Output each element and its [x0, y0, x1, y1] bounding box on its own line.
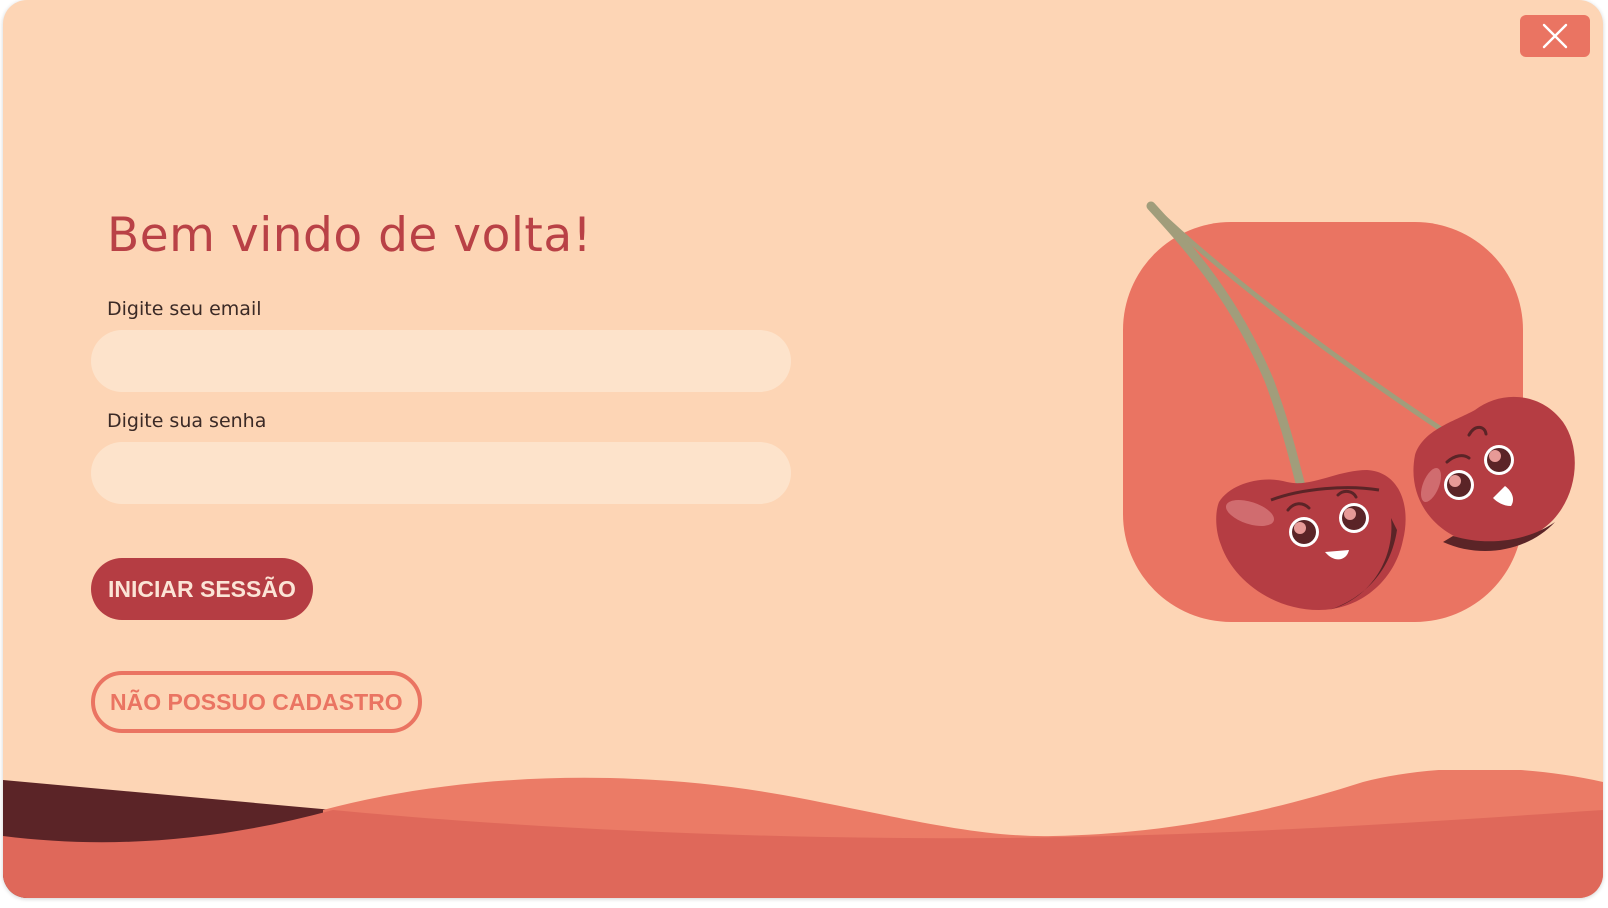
page-title: Bem vindo de volta! [107, 208, 592, 263]
email-field[interactable] [91, 330, 791, 392]
cherries-illustration [1123, 201, 1575, 622]
signup-button[interactable]: NÃO POSSUO CADASTRO [91, 671, 422, 733]
close-icon [1542, 23, 1568, 49]
password-field[interactable] [91, 442, 791, 504]
login-button[interactable]: INICIAR SESSÃO [91, 558, 313, 620]
email-label: Digite seu email [107, 298, 262, 320]
close-button[interactable] [1520, 15, 1590, 57]
footer-waves [3, 770, 1603, 898]
password-label: Digite sua senha [107, 410, 267, 432]
login-modal: Bem vindo de volta! Digite seu email Dig… [3, 0, 1603, 898]
